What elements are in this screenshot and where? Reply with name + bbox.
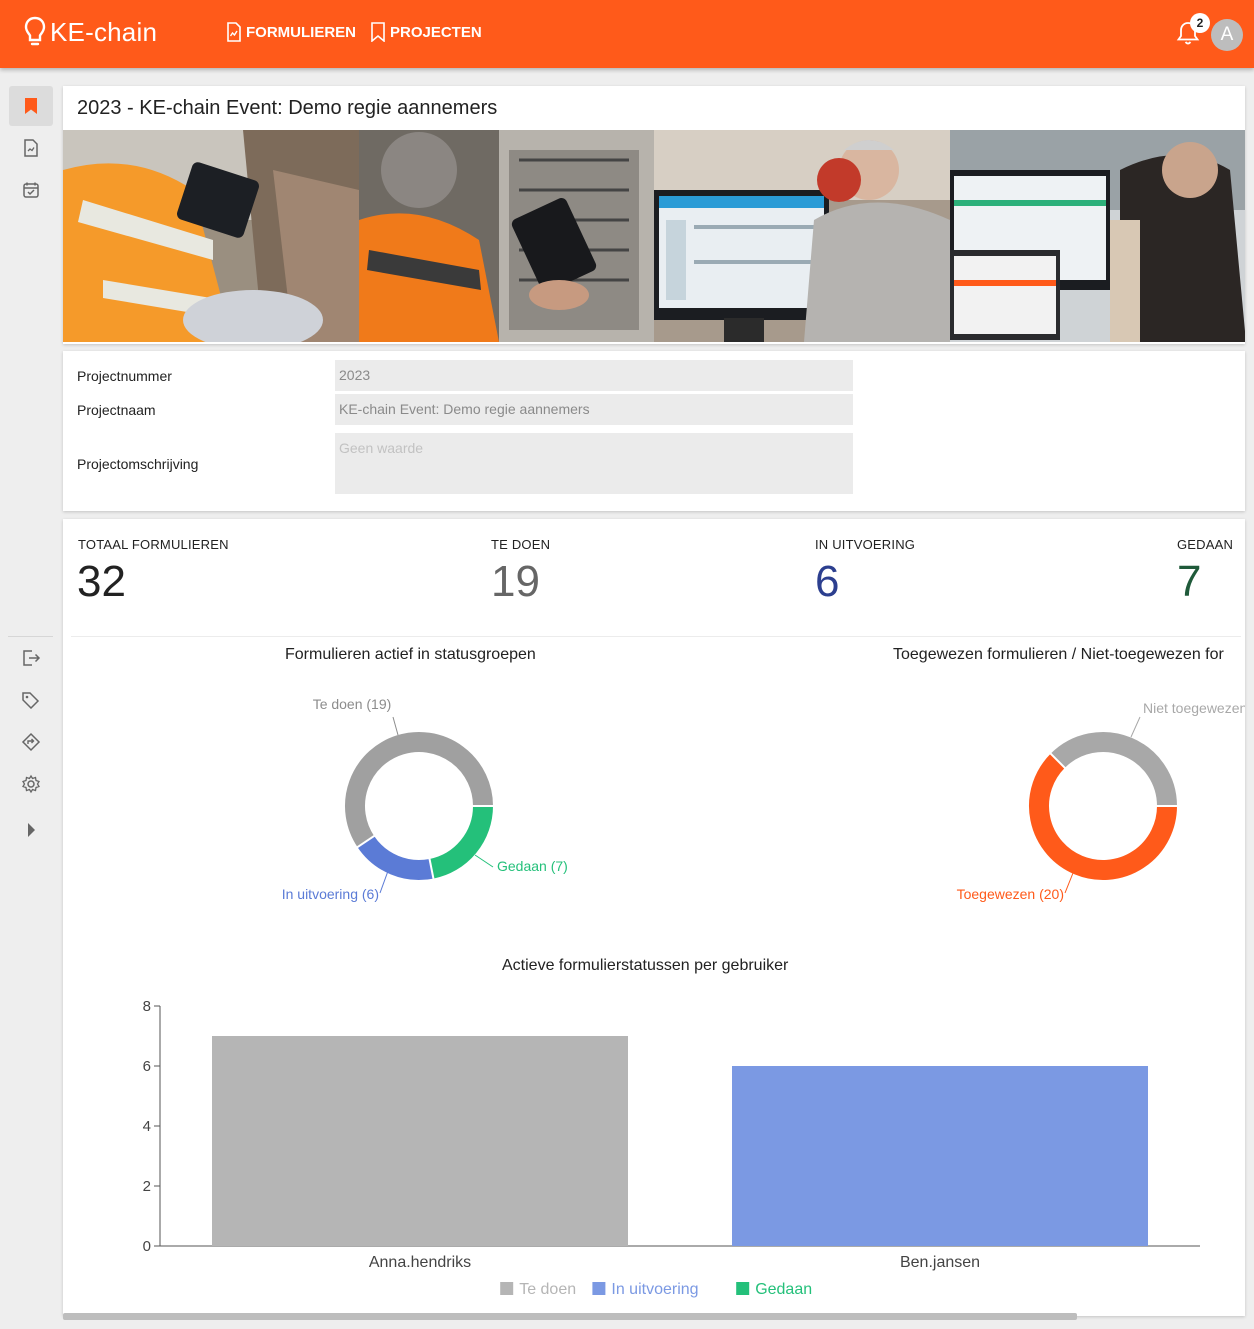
- kpi-label-total: TOTAAL FORMULIEREN: [78, 537, 229, 552]
- form-icon: [24, 139, 38, 157]
- sidebar-item-project[interactable]: [9, 86, 53, 126]
- nav-formulieren[interactable]: FORMULIEREN: [226, 22, 356, 42]
- legend-item[interactable]: Gedaan: [755, 1281, 812, 1298]
- x-tick-label: Ben.jansen: [900, 1254, 980, 1271]
- nav-projecten[interactable]: PROJECTEN: [370, 22, 482, 42]
- horizontal-scrollbar[interactable]: [63, 1313, 1077, 1320]
- banner-photo-electrical-cabinet: [358, 130, 654, 342]
- bar: [212, 1036, 628, 1246]
- y-tick-label: 2: [143, 1178, 151, 1195]
- y-tick-label: 4: [143, 1118, 151, 1135]
- donut-label-leader: [379, 870, 389, 894]
- sidebar-item-forms[interactable]: [9, 128, 53, 168]
- y-tick-label: 0: [143, 1238, 151, 1255]
- projectnaam-field[interactable]: KE-chain Event: Demo regie aannemers: [335, 394, 853, 425]
- bar: [732, 1066, 1148, 1246]
- project-header-card: 2023 - KE-chain Event: Demo regie aannem…: [63, 86, 1245, 344]
- donut-slice-label: Te doen (19): [313, 696, 392, 712]
- diamond-arrow-icon: [21, 732, 41, 752]
- banner-image: [63, 130, 1245, 342]
- sidebar-item-export[interactable]: [9, 638, 53, 678]
- legend-swatch: [736, 1282, 750, 1295]
- sidebar-expand-toggle[interactable]: [9, 810, 53, 850]
- sidebar-item-tags[interactable]: [9, 680, 53, 720]
- dashboard-card: TOTAAL FORMULIEREN 32 TE DOEN 19 IN UITV…: [63, 519, 1245, 1320]
- donut-label-leader: [1130, 716, 1141, 738]
- banner-photo-laptop: [949, 130, 1245, 342]
- legend-swatch: [592, 1282, 606, 1295]
- bookmark-icon: [25, 98, 37, 114]
- kpi-divider: [71, 636, 1241, 637]
- donut-slice: [1050, 732, 1177, 807]
- calendar-check-icon: [23, 182, 39, 198]
- export-icon: [23, 650, 41, 666]
- projectnummer-field[interactable]: 2023: [335, 360, 853, 391]
- rail-divider: [8, 636, 53, 637]
- lightbulb-icon: [24, 16, 46, 46]
- nav-formulieren-label: FORMULIEREN: [246, 23, 356, 41]
- kpi-value-done: 7: [1177, 557, 1202, 606]
- donut-slice: [1029, 753, 1177, 880]
- sidebar-item-settings[interactable]: [9, 764, 53, 804]
- donut-slice: [357, 835, 434, 880]
- donut-chart-status-groups: Te doen (19) In uitvoering (6) Gedaan (7): [282, 696, 568, 902]
- donut-chart-assigned: Niet toegewezen Toegewezen (20): [957, 700, 1245, 902]
- kpi-value-todo: 19: [491, 557, 540, 606]
- sidebar-item-workflow[interactable]: [9, 722, 53, 762]
- chart-title-status-groups: Formulieren actief in statusgroepen: [285, 646, 536, 663]
- y-tick-label: 8: [143, 998, 151, 1015]
- kpi-label-in-progress: IN UITVOERING: [815, 537, 916, 552]
- kpi-label-todo: TE DOEN: [491, 537, 551, 552]
- gear-icon: [22, 774, 40, 794]
- kpi-label-done: GEDAAN: [1177, 537, 1234, 552]
- donut-slice: [429, 805, 493, 879]
- project-properties-card: Projectnummer 2023 Projectnaam KE-chain …: [63, 351, 1245, 511]
- chart-title-assigned: Toegewezen formulieren / Niet-toegewezen…: [893, 646, 1224, 663]
- notification-badge: 2: [1190, 13, 1210, 33]
- banner-photo-worker-tablet: [63, 130, 359, 342]
- side-rail: [0, 68, 60, 1329]
- donut-label-leader: [392, 716, 399, 736]
- bar-chart-per-user: 0 2 4 6 8 Anna.hendriks Ben.jansen Te doen In ui…: [143, 998, 1200, 1298]
- donut-slice-label: In uitvoering (6): [282, 886, 379, 902]
- legend-item[interactable]: Te doen: [519, 1281, 576, 1298]
- kpi-value-in-progress: 6: [815, 557, 840, 606]
- projectomschrijving-field[interactable]: Geen waarde: [335, 433, 853, 494]
- donut-slice-label: Niet toegewezen: [1143, 700, 1245, 716]
- prop-label-projectomschrijving: Projectomschrijving: [77, 456, 199, 472]
- prop-label-projectnummer: Projectnummer: [77, 368, 172, 384]
- avatar[interactable]: A: [1211, 19, 1243, 51]
- y-tick-label: 6: [143, 1058, 151, 1075]
- brand-logo[interactable]: KE-chain: [24, 16, 157, 48]
- expand-arrow-icon: [28, 823, 35, 837]
- kpi-value-total: 32: [77, 557, 126, 606]
- form-icon: [227, 22, 241, 42]
- donut-label-leader: [1064, 872, 1074, 894]
- legend-swatch: [500, 1282, 514, 1295]
- nav-projecten-label: PROJECTEN: [390, 23, 482, 41]
- chart-title-per-user: Actieve formulierstatussen per gebruiker: [502, 957, 789, 974]
- legend-item[interactable]: In uitvoering: [611, 1281, 698, 1298]
- donut-slice-label: Toegewezen (20): [957, 886, 1064, 902]
- donut-slice: [345, 732, 493, 848]
- page-title: 2023 - KE-chain Event: Demo regie aannem…: [77, 97, 498, 119]
- bookmark-outline-icon: [371, 22, 385, 42]
- top-app-bar: KE-chain FORMULIEREN PROJECTEN 2 A: [0, 0, 1254, 68]
- donut-label-leader: [474, 854, 494, 868]
- banner-photo-monitor: [654, 130, 950, 342]
- brand-name: KE-chain: [50, 16, 158, 47]
- prop-label-projectnaam: Projectnaam: [77, 402, 156, 418]
- tags-icon: [22, 692, 40, 709]
- projectomschrijving-placeholder: Geen waarde: [339, 440, 424, 456]
- sidebar-item-tasks[interactable]: [9, 170, 53, 210]
- donut-slice-label: Gedaan (7): [497, 858, 568, 874]
- x-tick-label: Anna.hendriks: [369, 1254, 471, 1271]
